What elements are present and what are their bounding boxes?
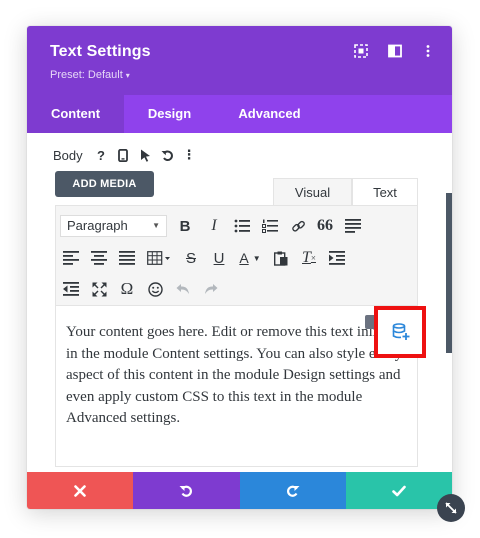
link-icon[interactable]	[287, 215, 309, 237]
preset-caret-icon: ▾	[125, 71, 130, 80]
help-icon[interactable]: ?	[93, 147, 109, 163]
clear-format-icon[interactable]: T ×	[298, 247, 320, 269]
text-color-icon[interactable]: A ▼	[235, 247, 265, 269]
numbered-list-icon[interactable]	[259, 215, 281, 237]
redo-icon	[286, 485, 300, 497]
field-more-icon[interactable]: ⋮	[181, 147, 197, 163]
bullet-list-icon[interactable]	[231, 215, 253, 237]
more-icon[interactable]	[421, 44, 437, 60]
clear-x-icon: ×	[310, 253, 316, 263]
undo-icon	[179, 485, 193, 497]
blockquote-icon[interactable]: 66	[314, 215, 336, 237]
modal-header: Text Settings Preset: Default ▾	[27, 26, 452, 95]
toolbar-redo-icon[interactable]	[200, 278, 222, 300]
indent-icon[interactable]	[326, 247, 348, 269]
check-icon	[392, 485, 406, 496]
save-button[interactable]	[345, 472, 452, 509]
paste-icon[interactable]	[270, 247, 292, 269]
dynamic-content-icon[interactable]	[392, 323, 410, 346]
text-color-glyph: A	[239, 250, 249, 266]
modal-body: Body ? ⋮ ADD MEDIA Visual Text Paragraph…	[27, 133, 452, 472]
resize-icon[interactable]	[437, 494, 465, 522]
rich-text-editor: Paragraph ▼ B I 66 S U A ▼ T × Ω Your co…	[55, 205, 418, 467]
mobile-icon[interactable]	[115, 147, 131, 163]
tab-content[interactable]: Content	[27, 95, 124, 133]
align-right-icon[interactable]	[116, 247, 138, 269]
outdent-icon[interactable]	[60, 278, 82, 300]
settings-tabs: Content Design Advanced	[27, 95, 452, 133]
scrollbar[interactable]	[446, 193, 452, 353]
preset-label: Preset: Default	[50, 69, 123, 81]
close-icon	[74, 484, 86, 497]
italic-icon[interactable]: I	[203, 215, 225, 237]
strikethrough-icon[interactable]: S	[180, 247, 202, 269]
tab-advanced[interactable]: Advanced	[217, 95, 322, 133]
chevron-down-icon: ▼	[252, 253, 261, 263]
bold-icon[interactable]: B	[174, 215, 196, 237]
editor-content[interactable]: Your content goes here. Edit or remove t…	[66, 322, 411, 430]
modal-footer	[27, 472, 452, 509]
sidebar-icon[interactable]	[388, 44, 404, 60]
align-left-icon[interactable]	[60, 247, 82, 269]
underline-icon[interactable]: U	[208, 247, 230, 269]
field-label-body: Body	[53, 148, 83, 163]
redo-button[interactable]	[239, 472, 346, 509]
undo-icon[interactable]	[159, 147, 175, 163]
chevron-down-icon: ▼	[152, 221, 160, 230]
format-select-value: Paragraph	[67, 218, 128, 233]
field-options: ? ⋮	[93, 147, 197, 163]
expand-icon[interactable]	[354, 44, 370, 60]
table-icon[interactable]	[144, 247, 174, 269]
cancel-button[interactable]	[27, 472, 134, 509]
highlight-box	[374, 306, 426, 358]
modal-title: Text Settings	[50, 43, 151, 60]
tab-design[interactable]: Design	[124, 95, 215, 133]
align-center-icon[interactable]	[88, 247, 110, 269]
undo-button[interactable]	[133, 472, 240, 509]
editor-toolbar: Paragraph ▼ B I 66 S U A ▼ T × Ω	[56, 206, 417, 306]
format-select[interactable]: Paragraph ▼	[60, 215, 167, 237]
tab-text[interactable]: Text	[352, 178, 418, 206]
preset-selector[interactable]: Preset: Default ▾	[50, 69, 130, 81]
settings-modal: Text Settings Preset: Default ▾ Content D…	[27, 26, 452, 509]
clear-format-glyph: T	[302, 249, 311, 266]
emoji-icon[interactable]	[144, 278, 166, 300]
add-media-button[interactable]: ADD MEDIA	[55, 171, 154, 197]
tab-visual[interactable]: Visual	[273, 178, 352, 206]
pointer-icon[interactable]	[137, 147, 153, 163]
stage: Text Settings Preset: Default ▾ Content D…	[0, 0, 480, 538]
special-char-icon[interactable]: Ω	[116, 278, 138, 300]
toolbar-undo-icon[interactable]	[172, 278, 194, 300]
align-justify-icon[interactable]	[342, 215, 364, 237]
fullscreen-icon[interactable]	[88, 278, 110, 300]
